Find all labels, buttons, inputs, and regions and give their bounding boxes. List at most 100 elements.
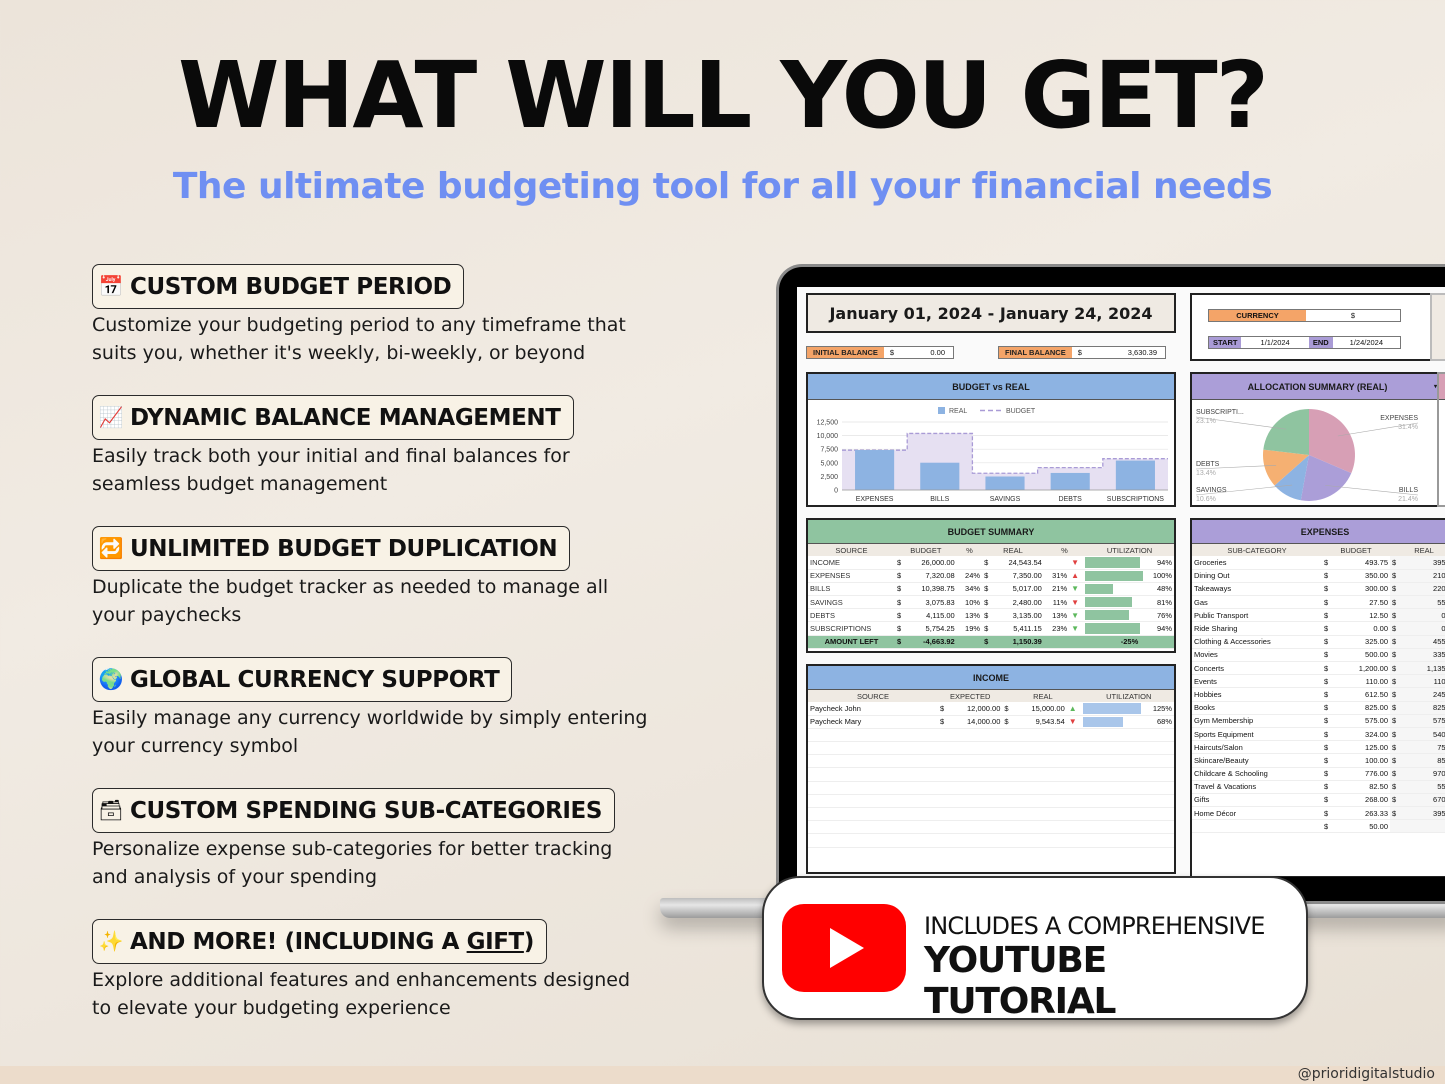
real-cell[interactable]: 575.00	[1402, 714, 1445, 728]
budget-cell[interactable]: 82.50	[1334, 780, 1390, 794]
subcategory-cell[interactable]: Movies	[1192, 648, 1322, 663]
empty-cell[interactable]	[1002, 728, 1015, 743]
empty-cell[interactable]	[1002, 781, 1015, 795]
budget-cell[interactable]: 263.33	[1334, 806, 1390, 821]
empty-cell[interactable]	[1083, 728, 1142, 743]
empty-cell[interactable]	[938, 794, 950, 809]
real-cell[interactable]: 85.00	[1402, 753, 1445, 768]
budget-cell[interactable]: 268.00	[1334, 793, 1390, 808]
empty-cell[interactable]	[938, 767, 950, 782]
real-cell[interactable]: 75.00	[1402, 740, 1445, 755]
empty-cell[interactable]	[1066, 820, 1084, 835]
empty-cell[interactable]	[938, 754, 950, 769]
real-cell[interactable]: 970.00	[1402, 767, 1445, 781]
subcategory-cell[interactable]: Concerts	[1192, 661, 1322, 676]
empty-cell[interactable]	[1083, 781, 1142, 795]
empty-cell[interactable]	[808, 833, 938, 848]
empty-cell[interactable]	[1141, 833, 1174, 848]
empty-cell[interactable]	[808, 781, 938, 795]
empty-cell[interactable]	[808, 754, 938, 769]
subcategory-cell[interactable]: Sports Equipment	[1192, 727, 1322, 742]
empty-cell[interactable]	[950, 794, 1003, 809]
empty-cell[interactable]	[1066, 728, 1084, 743]
real-cell[interactable]: 335.00	[1402, 648, 1445, 663]
subcategory-cell[interactable]: Gym Membership	[1192, 714, 1322, 728]
currency-value[interactable]: $	[1306, 310, 1400, 321]
empty-cell[interactable]	[1083, 741, 1142, 756]
empty-cell[interactable]	[938, 807, 950, 822]
subcategory-cell[interactable]: Haircuts/Salon	[1192, 740, 1322, 755]
subcategory-cell[interactable]: Gifts	[1192, 793, 1322, 808]
empty-cell[interactable]	[950, 833, 1003, 848]
real-cell[interactable]: 15,000.00	[1014, 702, 1067, 716]
subcategory-cell[interactable]: Home Décor	[1192, 806, 1322, 821]
empty-cell[interactable]	[1066, 754, 1084, 769]
budget-cell[interactable]: 350.00	[1334, 569, 1390, 583]
empty-cell[interactable]	[1002, 833, 1015, 848]
empty-cell[interactable]	[1002, 820, 1015, 835]
empty-cell[interactable]	[1066, 807, 1084, 822]
budget-cell[interactable]: 493.75	[1334, 556, 1390, 570]
subcategory-cell[interactable]: Takeaways	[1192, 582, 1322, 597]
budget-cell[interactable]: 500.00	[1334, 648, 1390, 663]
empty-cell[interactable]	[1083, 754, 1142, 769]
budget-cell[interactable]: 110.00	[1334, 674, 1390, 689]
subcategory-cell[interactable]: Travel & Vacations	[1192, 780, 1322, 794]
real-cell[interactable]: 210.00	[1402, 569, 1445, 583]
subcategory-cell[interactable]: Childcare & Schooling	[1192, 767, 1322, 781]
budget-cell[interactable]: 100.00	[1334, 753, 1390, 768]
empty-cell[interactable]	[938, 728, 950, 743]
budget-cell[interactable]: 27.50	[1334, 595, 1390, 610]
empty-cell[interactable]	[1141, 781, 1174, 795]
empty-cell[interactable]	[938, 833, 950, 848]
income-source-cell[interactable]: Paycheck John	[808, 702, 938, 716]
empty-cell[interactable]	[1083, 833, 1142, 848]
real-cell[interactable]: 9,543.54	[1014, 715, 1067, 729]
real-cell[interactable]: 540.00	[1402, 727, 1445, 742]
subcategory-cell[interactable]: Skincare/Beauty	[1192, 753, 1322, 768]
subcategory-cell[interactable]: Public Transport	[1192, 608, 1322, 623]
empty-cell[interactable]	[1066, 833, 1084, 848]
empty-cell[interactable]	[1002, 794, 1015, 809]
empty-cell[interactable]	[1141, 741, 1174, 756]
empty-cell[interactable]	[1014, 754, 1067, 769]
empty-cell[interactable]	[808, 728, 938, 743]
gift-link[interactable]: GIFT	[467, 929, 525, 955]
budget-cell[interactable]: 825.00	[1334, 701, 1390, 715]
real-cell[interactable]: 220.00	[1402, 582, 1445, 597]
empty-cell[interactable]	[1066, 741, 1084, 756]
empty-cell[interactable]	[808, 820, 938, 835]
empty-cell[interactable]	[1141, 767, 1174, 782]
budget-cell[interactable]: 1,200.00	[1334, 661, 1390, 676]
empty-cell[interactable]	[1002, 767, 1015, 782]
empty-cell[interactable]	[1141, 754, 1174, 769]
real-cell[interactable]: 110.00	[1402, 674, 1445, 689]
empty-cell[interactable]	[808, 794, 938, 809]
currency-field[interactable]: CURRENCY $	[1208, 309, 1401, 322]
empty-cell[interactable]	[1014, 741, 1067, 756]
expected-cell[interactable]: 12,000.00	[950, 702, 1003, 716]
empty-cell[interactable]	[1002, 754, 1015, 769]
empty-cell[interactable]	[1002, 807, 1015, 822]
real-cell[interactable]: 395.00	[1402, 556, 1445, 570]
empty-cell[interactable]	[1002, 741, 1015, 756]
subcategory-cell[interactable]: Events	[1192, 674, 1322, 689]
budget-cell[interactable]: 324.00	[1334, 727, 1390, 742]
subcategory-cell[interactable]: Books	[1192, 701, 1322, 715]
subcategory-cell[interactable]: Ride Sharing	[1192, 621, 1322, 636]
budget-cell[interactable]: 300.00	[1334, 582, 1390, 597]
budget-cell[interactable]: 612.50	[1334, 687, 1390, 702]
empty-cell[interactable]	[1066, 794, 1084, 809]
subcategory-cell[interactable]: Dining Out	[1192, 569, 1322, 583]
budget-cell[interactable]: 325.00	[1334, 635, 1390, 649]
real-cell[interactable]: 245.00	[1402, 687, 1445, 702]
empty-cell[interactable]	[1141, 794, 1174, 809]
subcategory-cell[interactable]: Gas	[1192, 595, 1322, 610]
empty-cell[interactable]	[1014, 820, 1067, 835]
empty-cell[interactable]	[950, 754, 1003, 769]
empty-cell[interactable]	[950, 741, 1003, 756]
empty-cell[interactable]	[938, 781, 950, 795]
budget-cell[interactable]: 575.00	[1334, 714, 1390, 728]
real-cell[interactable]: 825.00	[1402, 701, 1445, 715]
real-cell[interactable]: 395.00	[1402, 806, 1445, 821]
